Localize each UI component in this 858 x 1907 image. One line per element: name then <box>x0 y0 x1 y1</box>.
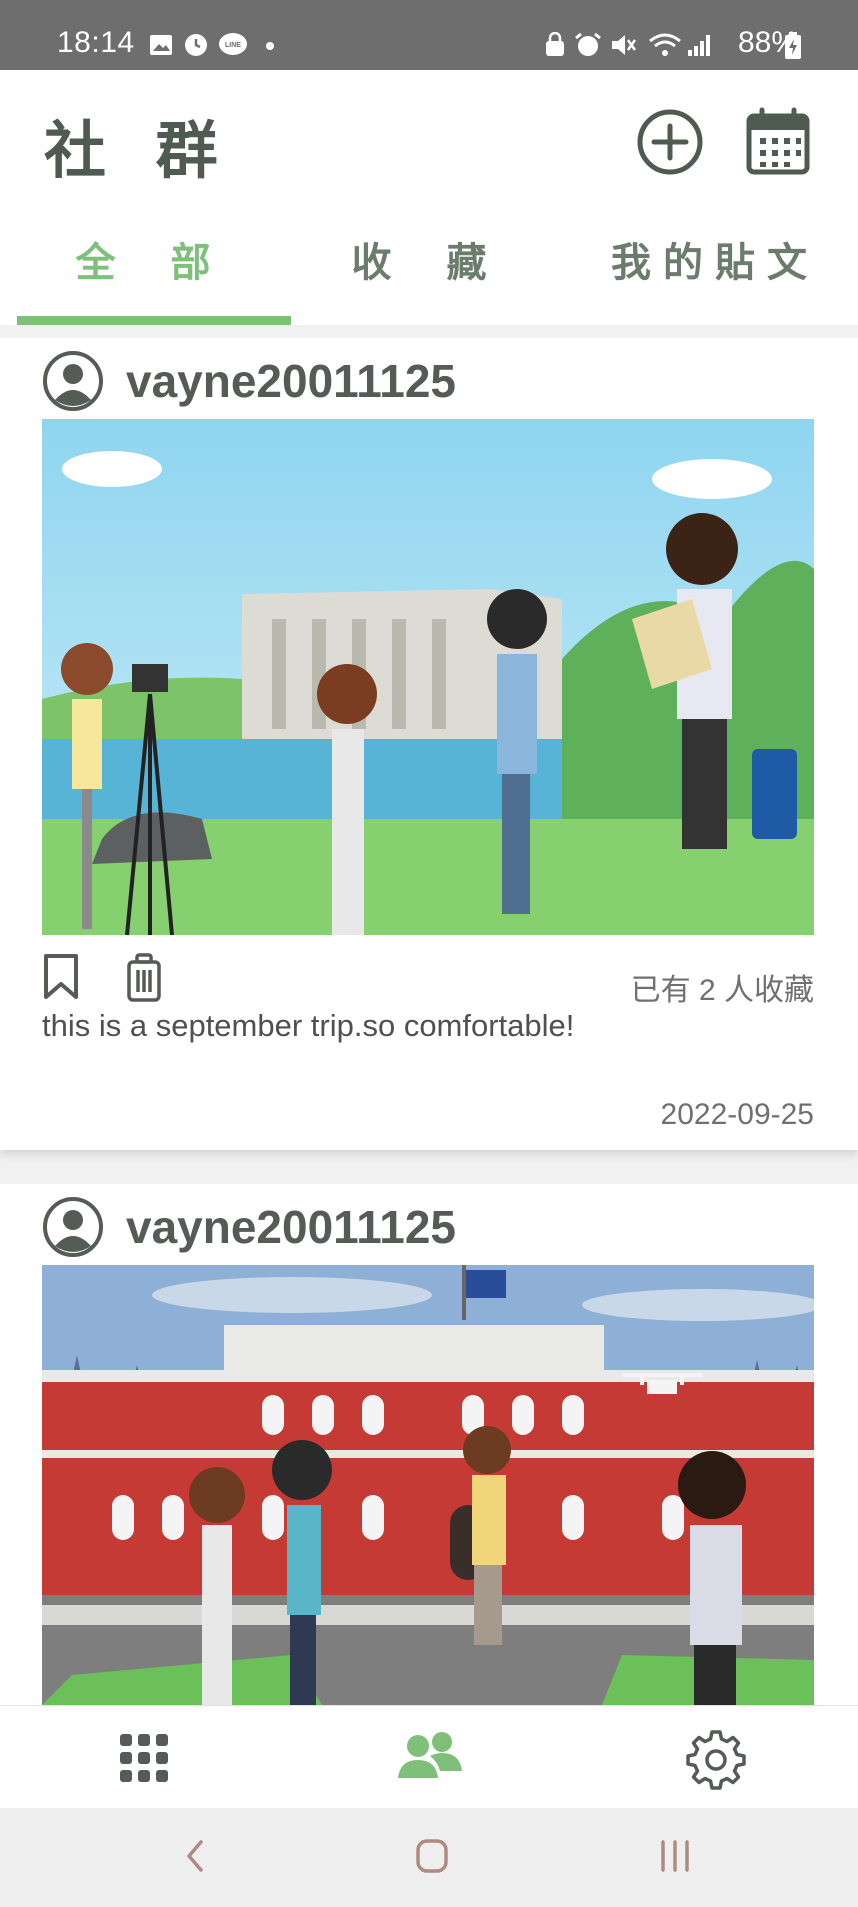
image-icon <box>150 35 172 55</box>
dot-icon <box>266 42 274 50</box>
status-time: 18:14 <box>57 26 135 59</box>
tab-favorites[interactable]: 收 藏 <box>330 230 530 300</box>
plus-circle-icon <box>637 109 703 175</box>
tab-all[interactable]: 全 部 <box>17 230 291 300</box>
post-author[interactable]: vayne20011125 <box>42 350 456 412</box>
post-image[interactable] <box>42 1265 814 1705</box>
lock-icon <box>546 32 564 56</box>
post-feed[interactable]: vayne20011125 已有 2 人收藏 this is a septemb… <box>0 338 858 1705</box>
tab-my-posts[interactable]: 我的貼文 <box>600 230 830 300</box>
page-title: 社 群 <box>44 114 232 187</box>
add-post-button[interactable] <box>634 106 706 178</box>
recents-icon <box>661 1840 689 1872</box>
post-caption: this is a september trip.so comfortable! <box>42 1008 575 1043</box>
post-card: vayne20011125 <box>0 1184 858 1705</box>
tab-bar: 全 部 收 藏 我的貼文 <box>0 220 858 325</box>
calendar-icon <box>746 107 810 175</box>
alarm-icon <box>575 32 601 56</box>
avatar-icon <box>43 351 103 411</box>
system-recents-button[interactable] <box>655 1836 695 1881</box>
post-actions: 已有 2 人收藏 <box>42 953 814 1013</box>
signal-icon <box>688 35 710 56</box>
avatar-icon <box>43 1197 103 1257</box>
settings-gear-icon <box>686 1730 746 1790</box>
active-tab-indicator <box>17 316 291 325</box>
author-name: vayne20011125 <box>126 355 457 407</box>
back-icon <box>187 1840 203 1872</box>
trash-icon <box>127 953 161 1002</box>
nav-apps[interactable] <box>112 1726 176 1790</box>
nav-community[interactable] <box>396 1726 464 1790</box>
calendar-button[interactable] <box>742 106 814 178</box>
status-bar: 18:14 LINE 88% <box>0 0 858 70</box>
system-nav-bar <box>0 1808 858 1907</box>
bookmark-icon <box>44 954 78 999</box>
post-card: vayne20011125 <box>0 338 858 1150</box>
apps-grid-icon <box>120 1734 168 1782</box>
svg-text:LINE: LINE <box>225 42 241 49</box>
wifi-icon <box>649 33 681 56</box>
home-icon <box>416 1839 448 1873</box>
nav-settings[interactable] <box>684 1726 748 1790</box>
post-author[interactable]: vayne20011125 <box>42 1196 456 1258</box>
post-image[interactable] <box>42 419 814 935</box>
line-app-icon: LINE <box>219 33 247 55</box>
bottom-nav <box>0 1705 858 1808</box>
author-name: vayne20011125 <box>126 1201 457 1253</box>
mute-icon <box>612 35 637 55</box>
favorite-count: 已有 2 人收藏 <box>630 974 814 1007</box>
post-date: 2022-09-25 <box>660 1098 814 1131</box>
system-back-button[interactable] <box>180 1836 210 1881</box>
clock-icon <box>185 34 207 56</box>
community-icon <box>398 1732 462 1778</box>
delete-post-button[interactable] <box>126 953 162 1008</box>
bookmark-button[interactable] <box>42 953 80 1006</box>
travelers-at-dam-illustration <box>42 419 814 935</box>
battery-charging-icon <box>785 32 801 59</box>
system-home-button[interactable] <box>414 1836 450 1881</box>
people-at-red-building-illustration <box>42 1265 814 1705</box>
